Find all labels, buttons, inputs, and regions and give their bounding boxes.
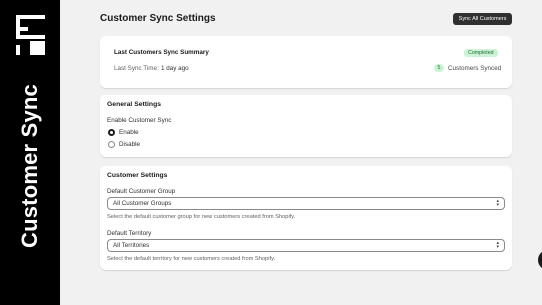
sync-all-customers-button[interactable]: Sync All Customers <box>453 13 512 25</box>
general-settings-title: General Settings <box>107 101 162 108</box>
sync-summary-card: Last Customers Sync Summary Completed La… <box>100 36 512 88</box>
disable-radio[interactable] <box>108 141 115 148</box>
default-territory-help: Select the default territory for new cus… <box>107 256 276 262</box>
enable-radio[interactable] <box>108 129 115 136</box>
customer-settings-card: Customer Settings Default Customer Group… <box>100 166 512 270</box>
general-settings-card: General Settings Enable Customer Sync En… <box>100 95 512 157</box>
sidebar-app-title: Customer Sync <box>17 84 42 248</box>
default-territory-label: Default Territory <box>107 230 152 237</box>
customer-settings-title: Customer Settings <box>107 172 168 179</box>
default-group-label: Default Customer Group <box>107 188 176 195</box>
app-logo <box>16 15 45 55</box>
default-group-select[interactable]: All Customer Groups ▴ ▾ <box>107 197 505 210</box>
synced-count-label: Customers Synced <box>448 65 502 72</box>
default-group-help: Select the default customer group for ne… <box>107 214 296 220</box>
select-chevron-icon: ▴ ▾ <box>496 240 499 250</box>
main-content: Customer Sync Settings Sync All Customer… <box>60 0 542 305</box>
sidebar: Customer Sync <box>0 0 60 305</box>
synced-count-badge: 5 <box>434 64 444 72</box>
enable-radio-label[interactable]: Enable <box>119 129 139 136</box>
default-territory-select[interactable]: All Territories ▴ ▾ <box>107 239 505 252</box>
default-territory-value: All Territories <box>113 242 150 249</box>
last-sync-label: Last Sync Time: <box>114 65 159 72</box>
summary-title: Last Customers Sync Summary <box>114 49 209 56</box>
page-title: Customer Sync Settings <box>100 13 216 24</box>
status-badge: Completed <box>464 49 498 57</box>
last-sync-value: 1 day ago <box>161 65 189 72</box>
select-chevron-icon: ▴ ▾ <box>496 198 499 208</box>
default-group-value: All Customer Groups <box>113 200 172 207</box>
enable-sync-label: Enable Customer Sync <box>107 117 172 124</box>
disable-radio-label[interactable]: Disable <box>119 141 140 148</box>
